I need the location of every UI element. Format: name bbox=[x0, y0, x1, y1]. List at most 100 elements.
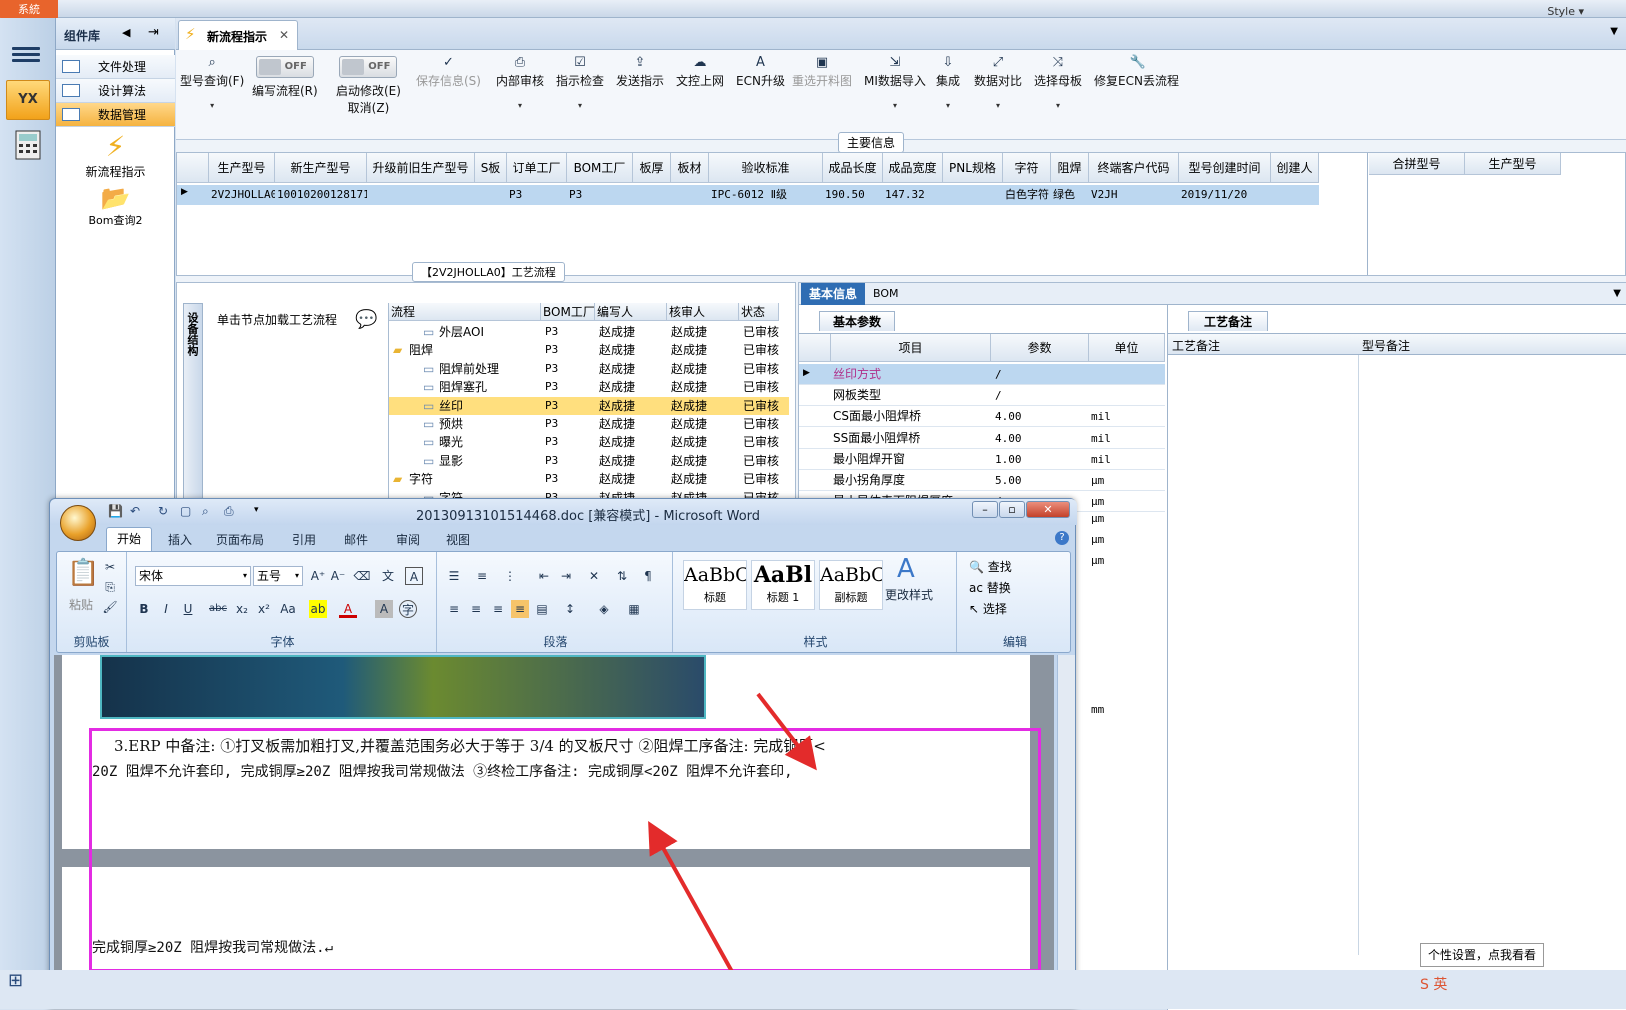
tab-mailings[interactable]: 邮件 bbox=[344, 531, 368, 548]
tree-row[interactable]: ▭ 丝印 P3 赵成捷 赵成捷 已审核 bbox=[389, 396, 789, 416]
tree-row[interactable]: ▭ 预烘 P3 赵成捷 赵成捷 已审核 bbox=[389, 415, 789, 434]
grid-cell[interactable]: 2019/11/20 bbox=[1181, 185, 1271, 205]
menu-icon[interactable] bbox=[12, 44, 40, 66]
doc-online-button[interactable]: ☁ 文控上网 bbox=[676, 56, 724, 89]
clear-format-icon[interactable]: ⌫ bbox=[353, 567, 371, 585]
internal-review-button[interactable]: ⎙ 内部审核 ▾ bbox=[496, 56, 544, 111]
close-button[interactable]: ✕ bbox=[1026, 501, 1070, 518]
decrease-indent-icon[interactable]: ⇤ bbox=[535, 567, 553, 585]
new-flow-entry[interactable]: ⚡ 新流程指示 bbox=[56, 130, 175, 180]
column-header[interactable]: 新生产型号 bbox=[275, 153, 367, 183]
param-row[interactable]: 丝印方式 / bbox=[799, 364, 1165, 385]
column-header[interactable]: 生产型号 bbox=[209, 153, 275, 183]
change-style-icon[interactable]: A bbox=[897, 554, 915, 584]
toggle-switch[interactable]: OFF bbox=[339, 56, 398, 78]
tab-view[interactable]: 视图 bbox=[446, 531, 470, 548]
tab-home[interactable]: 开始 bbox=[106, 527, 152, 551]
ime-icon[interactable]: S 英 bbox=[1420, 974, 1447, 994]
grid-cell[interactable] bbox=[673, 185, 709, 205]
send-instruction-button[interactable]: ⇪ 发送指示 bbox=[616, 56, 664, 89]
align-left-icon[interactable]: ≡ bbox=[445, 600, 463, 618]
tree-row[interactable]: ▭ 外层AOI P3 赵成捷 赵成捷 已审核 bbox=[389, 323, 789, 342]
column-header[interactable]: BOM工厂 bbox=[541, 303, 595, 321]
tree-row[interactable]: ▭ 阻焊前处理 P3 赵成捷 赵成捷 已审核 bbox=[389, 360, 789, 379]
style-title[interactable]: AaBbC 标题 bbox=[683, 560, 747, 610]
show-marks-icon[interactable]: ¶ bbox=[639, 567, 657, 585]
select-button[interactable]: ↖ 选择 bbox=[969, 600, 1007, 617]
reselect-cutting-button[interactable]: ▣ 重选开料图 bbox=[792, 56, 852, 89]
line-spacing-icon[interactable]: ↕ bbox=[561, 600, 579, 618]
pin-icon[interactable]: ⇥ bbox=[148, 25, 159, 40]
tab-basic-info[interactable]: 基本信息 bbox=[801, 283, 865, 305]
column-header[interactable]: 创建人 bbox=[1271, 153, 1319, 183]
param-row[interactable]: SS面最小阻焊桥 4.00 mil bbox=[799, 428, 1165, 449]
ecn-upgrade-button[interactable]: A ECN升级 bbox=[736, 56, 785, 89]
column-header[interactable]: 核审人 bbox=[667, 303, 739, 321]
tab-process-notes[interactable]: 工艺备注 bbox=[1188, 311, 1268, 331]
font-size-select[interactable]: 五号 ▾ bbox=[253, 566, 303, 586]
grid-cell[interactable]: 绿色 bbox=[1053, 185, 1089, 205]
toggle-switch[interactable]: OFF bbox=[255, 56, 314, 78]
start-icon[interactable]: ⊞ bbox=[8, 970, 23, 991]
subscript-icon[interactable]: x₂ bbox=[233, 600, 251, 618]
param-value[interactable]: 4.00 bbox=[995, 428, 1022, 449]
calculator-icon[interactable] bbox=[6, 126, 50, 166]
param-row[interactable]: 最小拐角厚度 5.00 μm bbox=[799, 470, 1165, 491]
undo-icon[interactable]: ↶ bbox=[130, 504, 140, 518]
justify-icon[interactable]: ≡ bbox=[511, 600, 529, 618]
tab-insert[interactable]: 插入 bbox=[168, 531, 192, 548]
param-value[interactable]: / bbox=[995, 385, 1002, 406]
grid-cell[interactable] bbox=[945, 185, 1003, 205]
tree-row[interactable]: ▭ 阻焊塞孔 P3 赵成捷 赵成捷 已审核 bbox=[389, 378, 789, 397]
maximize-button[interactable]: ▫ bbox=[999, 501, 1025, 518]
instruction-check-button[interactable]: ☑ 指示检查 ▾ bbox=[556, 56, 604, 111]
write-flow-toggle[interactable]: OFF 编写流程(R) bbox=[252, 56, 318, 99]
grow-font-icon[interactable]: A⁺ bbox=[309, 567, 327, 585]
replace-button[interactable]: ac 替换 bbox=[969, 579, 1011, 596]
column-header[interactable]: 单位 bbox=[1089, 334, 1165, 362]
phonetic-icon[interactable]: 文 bbox=[379, 567, 397, 585]
column-header[interactable]: 流程 bbox=[389, 303, 541, 321]
tab-review[interactable]: 审阅 bbox=[396, 531, 420, 548]
grid-cell[interactable]: V2JH bbox=[1091, 185, 1179, 205]
paste-button[interactable]: 粘贴 bbox=[69, 596, 93, 613]
grid-cell[interactable]: 190.50 bbox=[825, 185, 883, 205]
sidebar-item-data[interactable]: 数据管理 bbox=[56, 103, 175, 127]
column-header[interactable]: 升级前旧生产型号 bbox=[367, 153, 475, 183]
column-header[interactable]: 验收标准 bbox=[709, 153, 823, 183]
model-query-button[interactable]: ⌕ 型号查询(F) ▾ bbox=[180, 56, 244, 111]
align-center-icon[interactable]: ≡ bbox=[467, 600, 485, 618]
grid-cell[interactable] bbox=[369, 185, 475, 205]
tree-row[interactable]: ▰ 字符 P3 赵成捷 赵成捷 已审核 bbox=[389, 470, 789, 489]
system-button[interactable]: 系統 bbox=[0, 0, 58, 20]
column-header[interactable]: 编写人 bbox=[595, 303, 667, 321]
column-header[interactable]: 成品宽度 bbox=[883, 153, 943, 183]
tab-page-layout[interactable]: 页面布局 bbox=[216, 531, 264, 548]
column-header[interactable]: 终端客户代码 bbox=[1089, 153, 1179, 183]
bom-query-entry[interactable]: 📂 Bom查询2 bbox=[56, 184, 175, 228]
column-header[interactable]: 参数 bbox=[991, 334, 1089, 362]
sidebar-item-file[interactable]: 文件处理 bbox=[56, 55, 175, 79]
paste-icon[interactable]: 📋 bbox=[67, 558, 99, 588]
superscript-icon[interactable]: x² bbox=[255, 600, 273, 618]
increase-indent-icon[interactable]: ⇥ bbox=[557, 567, 575, 585]
grid-cell[interactable]: P3 bbox=[509, 185, 567, 205]
cut-icon[interactable]: ✂ bbox=[101, 558, 119, 576]
grid-cell[interactable]: 10010200128171 bbox=[277, 185, 367, 205]
shrink-font-icon[interactable]: A⁻ bbox=[329, 567, 347, 585]
copy-icon[interactable]: ⎘ bbox=[101, 578, 119, 596]
fix-ecn-button[interactable]: 🔧 修复ECN丢流程 bbox=[1094, 56, 1179, 89]
bold-icon[interactable]: B bbox=[135, 600, 153, 618]
integrate-button[interactable]: ⇩ 集成 ▾ bbox=[936, 56, 960, 111]
column-header[interactable]: 订单工厂 bbox=[507, 153, 567, 183]
close-icon[interactable]: ✕ bbox=[279, 28, 289, 42]
yx-app-icon[interactable]: YX bbox=[6, 80, 50, 120]
shading-icon[interactable]: ◈ bbox=[595, 600, 613, 618]
grid-cell[interactable]: P3 bbox=[569, 185, 633, 205]
save-info-button[interactable]: ✓ 保存信息(S) bbox=[416, 56, 481, 89]
column-header[interactable]: 板厚 bbox=[633, 153, 671, 183]
param-value[interactable]: / bbox=[995, 364, 1002, 385]
select-master-button[interactable]: ⤨ 选择母板 ▾ bbox=[1034, 56, 1082, 111]
start-edit-toggle[interactable]: OFF 启动修改(E) 取消(Z) bbox=[336, 56, 401, 116]
chevron-left-icon[interactable]: ◀ bbox=[122, 26, 130, 39]
